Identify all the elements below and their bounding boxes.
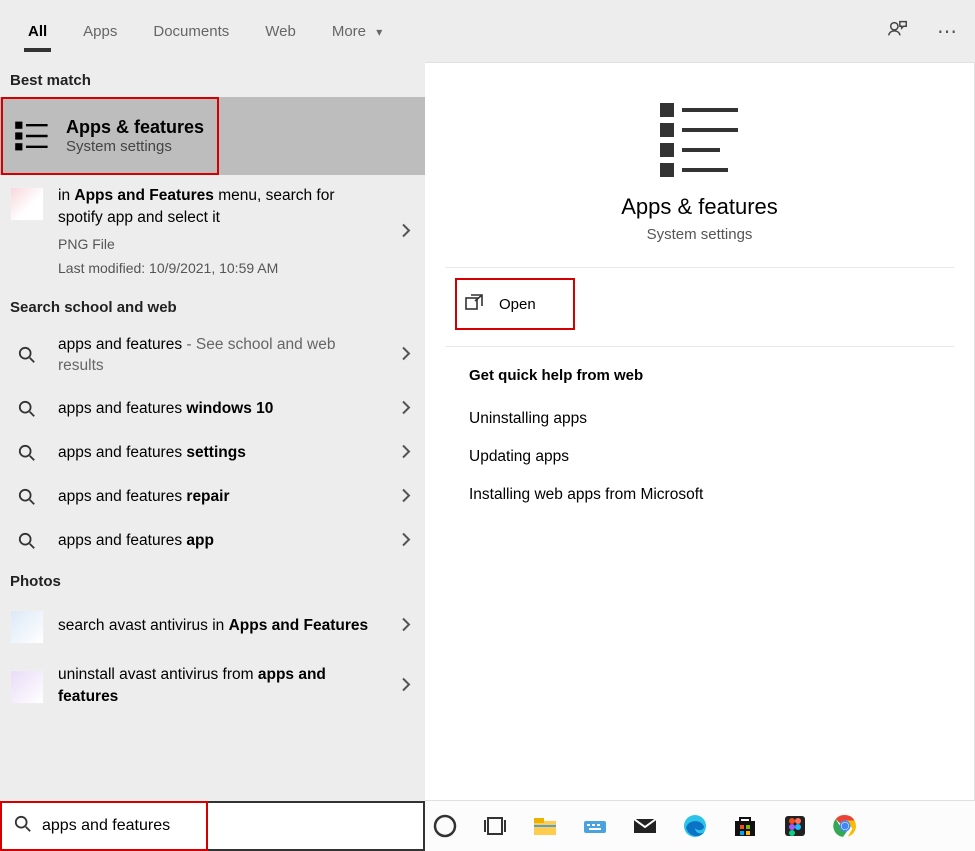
file-explorer-icon[interactable] — [531, 812, 559, 840]
search-icon — [10, 400, 44, 418]
best-match-container: Apps & features System settings — [0, 97, 425, 175]
apps-features-icon — [14, 118, 50, 154]
filter-tabs: All Apps Documents Web More ▾ — [16, 5, 386, 58]
search-icon — [10, 532, 44, 550]
file-result-bold: Apps and Features — [74, 187, 214, 204]
help-link-updating[interactable]: Updating apps — [469, 438, 930, 476]
task-view-icon[interactable] — [481, 812, 509, 840]
best-match-subtitle: System settings — [66, 138, 204, 155]
tab-documents[interactable]: Documents — [149, 5, 233, 58]
chevron-right-icon[interactable] — [401, 486, 411, 507]
chevron-right-icon[interactable] — [401, 442, 411, 463]
web-result-2[interactable]: apps and features settings — [0, 431, 425, 475]
tab-web[interactable]: Web — [261, 5, 300, 58]
file-result-prefix: in — [58, 187, 74, 204]
file-result[interactable]: in Apps and Features menu, search for sp… — [0, 175, 425, 289]
detail-title: Apps & features — [445, 194, 954, 220]
search-filter-bar: All Apps Documents Web More ▾ ⋯ — [0, 0, 975, 62]
tab-more[interactable]: More ▾ — [328, 5, 386, 58]
web-result-0[interactable]: apps and features - See school and web r… — [0, 324, 425, 387]
cortana-icon[interactable] — [431, 812, 459, 840]
taskbar-area — [0, 801, 975, 851]
store-icon[interactable] — [731, 812, 759, 840]
web-result-1[interactable]: apps and features windows 10 — [0, 387, 425, 431]
help-link-installing[interactable]: Installing web apps from Microsoft — [469, 476, 930, 514]
edge-icon[interactable] — [681, 812, 709, 840]
mail-icon[interactable] — [631, 812, 659, 840]
search-icon — [10, 488, 44, 506]
taskbar — [425, 801, 975, 851]
photo-thumbnail-icon — [10, 610, 44, 644]
photo-thumbnail-icon — [10, 670, 44, 704]
chevron-right-icon[interactable] — [401, 615, 411, 636]
help-link-uninstalling[interactable]: Uninstalling apps — [469, 400, 930, 438]
search-input[interactable] — [42, 817, 411, 835]
results-panel: Best match Apps & features System settin… — [0, 62, 425, 801]
tab-apps[interactable]: Apps — [79, 5, 121, 58]
chevron-right-icon[interactable] — [401, 398, 411, 419]
chrome-icon[interactable] — [831, 812, 859, 840]
detail-header: Apps & features System settings — [445, 83, 954, 268]
search-icon — [10, 444, 44, 462]
web-result-4[interactable]: apps and features app — [0, 519, 425, 563]
file-thumbnail-icon — [10, 187, 44, 221]
section-search-web: Search school and web — [0, 289, 425, 324]
figma-icon[interactable] — [781, 812, 809, 840]
detail-subtitle: System settings — [445, 226, 954, 243]
web-result-3[interactable]: apps and features repair — [0, 475, 425, 519]
apps-features-large-icon — [658, 101, 742, 182]
feedback-icon[interactable] — [887, 18, 909, 45]
chevron-right-icon[interactable] — [401, 221, 411, 242]
file-result-type: PNG File — [58, 234, 383, 254]
photo-result-1[interactable]: uninstall avast antivirus from apps and … — [0, 654, 425, 719]
section-best-match: Best match — [0, 62, 425, 97]
more-options-icon[interactable]: ⋯ — [937, 19, 959, 44]
tab-all[interactable]: All — [24, 5, 51, 58]
best-match-result[interactable]: Apps & features System settings — [0, 97, 425, 175]
photo-result-0[interactable]: search avast antivirus in Apps and Featu… — [0, 598, 425, 654]
section-photos: Photos — [0, 563, 425, 598]
open-button[interactable]: Open — [455, 278, 575, 330]
help-title: Get quick help from web — [469, 367, 930, 384]
chevron-right-icon[interactable] — [401, 530, 411, 551]
keyboard-icon[interactable] — [581, 812, 609, 840]
search-icon — [14, 815, 32, 838]
best-match-title: Apps & features — [66, 117, 204, 138]
search-box[interactable] — [0, 801, 425, 851]
tab-more-label: More — [332, 23, 366, 40]
chevron-down-icon: ▾ — [376, 25, 382, 39]
open-icon — [465, 294, 483, 314]
file-result-modified: Last modified: 10/9/2021, 10:59 AM — [58, 258, 383, 278]
quick-help-section: Get quick help from web Uninstalling app… — [445, 347, 954, 534]
open-label: Open — [499, 296, 536, 313]
search-icon — [10, 346, 44, 364]
chevron-right-icon[interactable] — [401, 345, 411, 366]
chevron-right-icon[interactable] — [401, 676, 411, 697]
detail-panel: Apps & features System settings Open Get… — [425, 62, 975, 801]
